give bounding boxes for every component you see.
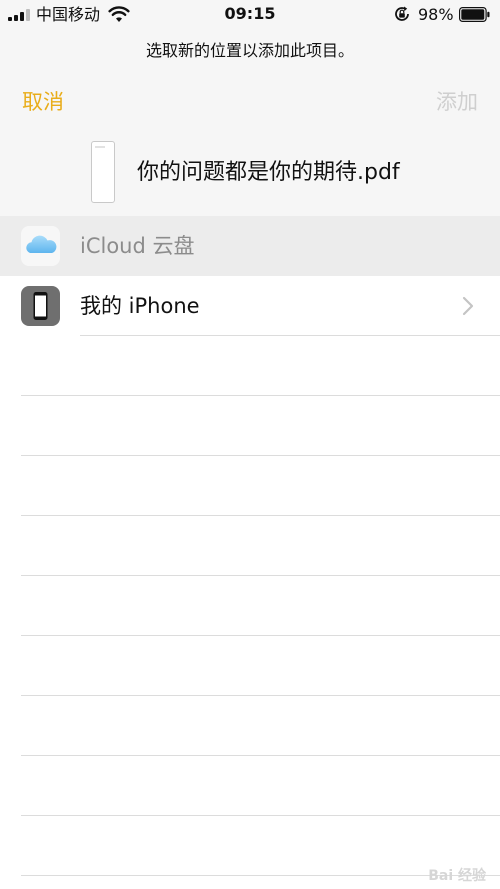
- rotation-lock-icon: [395, 6, 409, 21]
- location-label: iCloud 云盘: [80, 234, 195, 258]
- battery-icon: [459, 7, 490, 22]
- location-row-icloud-drive: iCloud 云盘: [0, 216, 500, 276]
- document-thumbnail: [91, 141, 115, 203]
- row-divider: [21, 455, 500, 456]
- status-bar: 中国移动 09:15 98%: [0, 0, 500, 30]
- row-divider: [21, 635, 500, 636]
- location-label: 我的 iPhone: [80, 294, 200, 318]
- row-divider: [21, 395, 500, 396]
- row-divider: [21, 815, 500, 816]
- chevron-right-icon: [462, 296, 474, 316]
- icloud-icon: [21, 226, 60, 266]
- row-divider: [21, 695, 500, 696]
- picker-header: 中国移动 09:15 98% 选取新的位置以添加此项目。 取消 添加 你的问题都…: [0, 0, 500, 216]
- iphone-icon: [21, 286, 60, 326]
- empty-list-area: [0, 336, 500, 889]
- location-row-my-iphone[interactable]: 我的 iPhone: [0, 276, 500, 336]
- battery-percent: 98%: [418, 5, 454, 24]
- cancel-button[interactable]: 取消: [22, 88, 64, 116]
- row-divider: [21, 575, 500, 576]
- row-divider: [21, 755, 500, 756]
- file-name: 你的问题都是你的期待.pdf: [137, 160, 400, 185]
- add-button: 添加: [436, 90, 478, 114]
- watermark: Bai 经验: [428, 868, 486, 884]
- picker-prompt: 选取新的位置以添加此项目。: [145, 41, 354, 60]
- row-divider: [21, 515, 500, 516]
